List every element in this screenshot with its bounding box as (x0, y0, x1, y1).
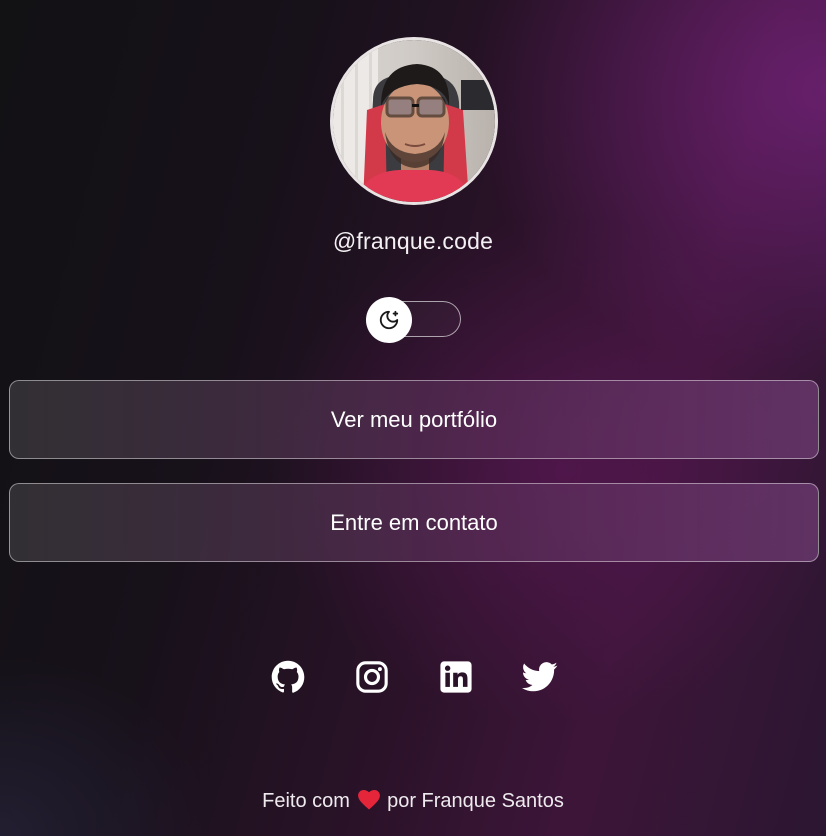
instagram-link[interactable] (354, 659, 390, 695)
twitter-link[interactable] (522, 659, 558, 695)
avatar-photo (333, 40, 495, 202)
theme-toggle[interactable] (366, 297, 461, 343)
linkedin-icon (440, 661, 472, 693)
portfolio-button[interactable]: Ver meu portfólio (9, 380, 819, 459)
footer-prefix: Feito com (262, 790, 350, 812)
linkedin-link[interactable] (438, 659, 474, 695)
footer-credit: Feito com por Franque Santos (0, 790, 826, 816)
instagram-icon (356, 661, 388, 693)
github-icon (271, 660, 305, 693)
profile-handle: @franque.code (332, 228, 494, 254)
contact-button[interactable]: Entre em contato (9, 483, 819, 562)
footer-suffix: por Franque Santos (387, 790, 564, 812)
twitter-icon (522, 662, 558, 692)
toggle-knob[interactable] (366, 297, 412, 343)
github-link[interactable] (270, 659, 306, 695)
heart-icon (357, 790, 380, 816)
moon-sparkle-icon (379, 310, 399, 330)
profile-avatar (330, 37, 498, 205)
